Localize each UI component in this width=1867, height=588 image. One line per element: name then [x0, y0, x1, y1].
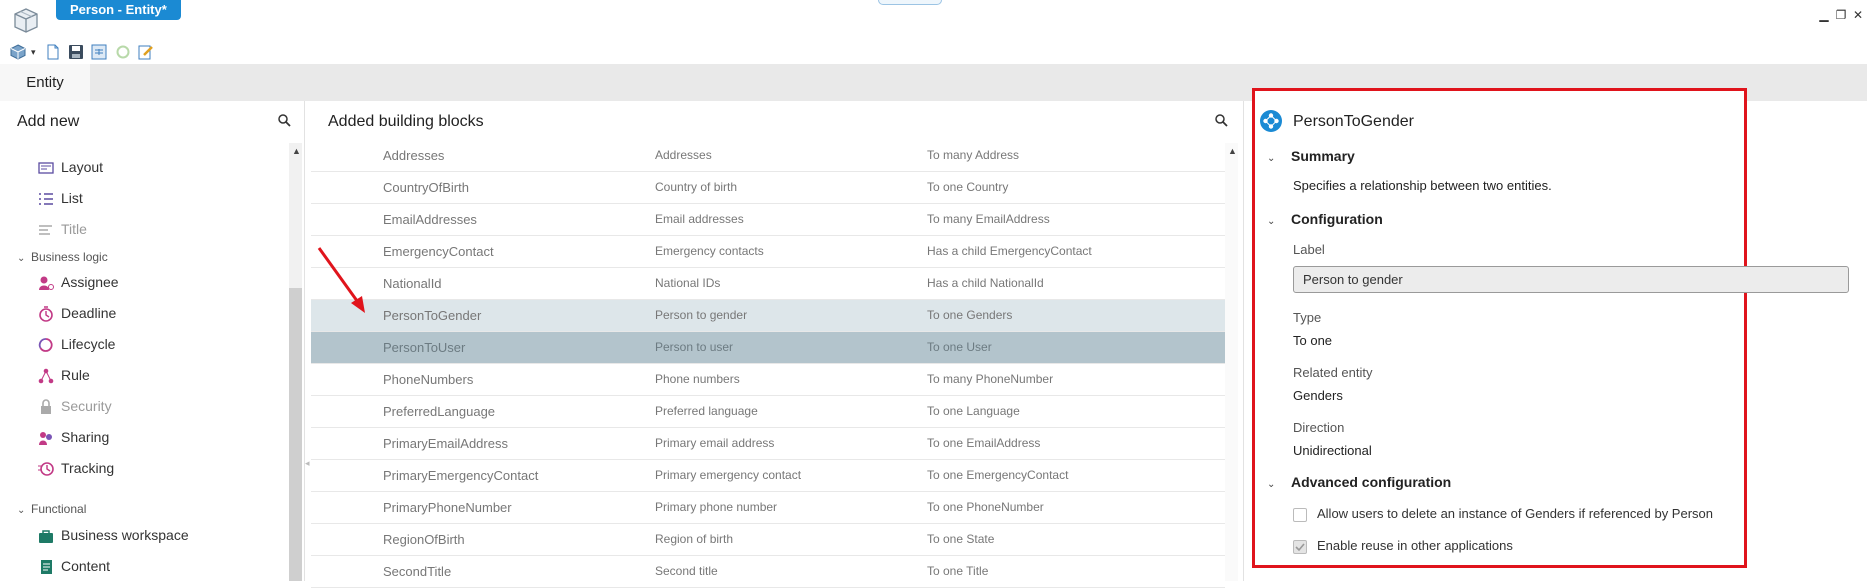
building-blocks-title: Added building blocks: [328, 113, 484, 130]
search-icon[interactable]: [1215, 114, 1228, 132]
window-titlebar: [0, 0, 1867, 37]
table-row[interactable]: PreferredLanguage Preferred language To on…: [311, 396, 1225, 428]
table-row[interactable]: RegionOfBirth Region of birth To one State: [311, 524, 1225, 556]
sharing-icon: [38, 429, 54, 445]
list-icon: [38, 190, 54, 206]
related-entity-caption: Related entity: [1293, 365, 1373, 380]
properties-title: PersonToGender: [1293, 113, 1414, 130]
summary-section-header[interactable]: ⌄ Summary: [1267, 146, 1355, 166]
close-icon[interactable]: ✕: [1850, 8, 1866, 22]
edit-icon[interactable]: [138, 44, 154, 60]
chevron-down-icon: ⌄: [1267, 216, 1276, 227]
refresh-icon: [115, 44, 131, 60]
add-item-content[interactable]: Content: [38, 554, 268, 578]
scroll-up-icon[interactable]: ▲: [1228, 146, 1237, 156]
type-caption: Type: [1293, 310, 1322, 325]
3d-view-icon[interactable]: [10, 44, 26, 60]
add-item-security: Security: [38, 394, 268, 418]
chevron-down-icon: ⌄: [1267, 153, 1276, 164]
briefcase-icon: [38, 527, 54, 543]
add-item-layout[interactable]: Layout: [38, 155, 268, 179]
related-entity-value: Genders: [1293, 388, 1343, 403]
allow-delete-label: Allow users to delete an instance of Gen…: [1317, 506, 1713, 521]
checkmark-icon: [1295, 543, 1305, 552]
scroll-up-icon[interactable]: ▲: [292, 146, 301, 156]
table-row[interactable]: Addresses Addresses To many Address: [311, 140, 1225, 172]
add-item-list[interactable]: List: [38, 186, 268, 210]
group-functional[interactable]: ⌄ Functional: [17, 499, 86, 519]
document-title-tab[interactable]: Person - Entity*: [56, 0, 181, 20]
assignee-icon: [38, 274, 54, 290]
restore-icon[interactable]: ❐: [1833, 8, 1849, 22]
dropdown-icon[interactable]: ▾: [31, 44, 41, 60]
cube-app-icon[interactable]: [12, 6, 40, 34]
add-item-tracking[interactable]: Tracking: [38, 456, 268, 480]
direction-value: Unidirectional: [1293, 443, 1372, 458]
label-input[interactable]: Person to gender: [1293, 266, 1849, 293]
top-handle[interactable]: [878, 0, 942, 5]
group-business-logic[interactable]: ⌄ Business logic: [17, 247, 108, 267]
add-item-deadline[interactable]: Deadline: [38, 301, 268, 325]
relationship-icon: [1260, 110, 1282, 132]
table-row[interactable]: PrimaryPhoneNumber Primary phone number To…: [311, 492, 1225, 524]
add-item-rule[interactable]: Rule: [38, 363, 268, 387]
divider: [1243, 101, 1244, 581]
lifecycle-icon: [38, 336, 54, 352]
table-row[interactable]: NationalId National IDs Has a child Nation…: [311, 268, 1225, 300]
toolbar: [0, 36, 1867, 64]
type-value: To one: [1293, 333, 1333, 348]
chevron-down-icon: ⌄: [17, 253, 26, 264]
table-row[interactable]: EmailAddresses Email addresses To many Ema…: [311, 204, 1225, 236]
table-row-highlighted[interactable]: PersonToGender Person to gender To one Gen…: [311, 300, 1225, 332]
chevron-down-icon: ⌄: [17, 505, 26, 516]
table-row[interactable]: PrimaryEmergencyContact Primary emergency…: [311, 460, 1225, 492]
allow-delete-checkbox[interactable]: [1293, 508, 1307, 522]
red-arrow-icon: [317, 247, 365, 313]
export-icon[interactable]: [91, 44, 107, 60]
minimize-icon[interactable]: ▁: [1816, 8, 1832, 22]
table-row[interactable]: SecondTitle Second title To one Title: [311, 556, 1225, 588]
deadline-icon: [38, 305, 54, 322]
add-item-title: Title: [38, 217, 268, 241]
advanced-section-header[interactable]: ⌄ Advanced configuration: [1267, 472, 1451, 492]
label-caption: Label: [1293, 242, 1325, 257]
table-row[interactable]: PrimaryEmailAddress Primary email address…: [311, 428, 1225, 460]
table-row-selected[interactable]: PersonToUser Person to user To one User: [311, 332, 1225, 364]
table-row[interactable]: PhoneNumbers Phone numbers To many PhoneNu…: [311, 364, 1225, 396]
save-icon[interactable]: [68, 44, 84, 60]
add-item-lifecycle[interactable]: Lifecycle: [38, 332, 268, 356]
enable-reuse-label: Enable reuse in other applications: [1317, 538, 1513, 553]
table-row[interactable]: EmergencyContact Emergency contacts Has a …: [311, 236, 1225, 268]
direction-caption: Direction: [1293, 420, 1345, 435]
add-item-assignee[interactable]: Assignee: [38, 270, 268, 294]
content-icon: [38, 558, 54, 574]
summary-text: Specifies a relationship between two ent…: [1293, 178, 1552, 193]
search-icon[interactable]: [278, 114, 291, 132]
left-scrollbar-thumb[interactable]: [289, 288, 302, 581]
chevron-down-icon: ⌄: [1267, 479, 1276, 490]
splitter-handle[interactable]: ◂: [305, 458, 310, 469]
rule-icon: [38, 367, 54, 384]
add-item-business-workspace[interactable]: Business workspace: [38, 523, 268, 547]
tracking-icon: [38, 460, 54, 476]
table-row[interactable]: CountryOfBirth Country of birth To one Cou…: [311, 172, 1225, 204]
lock-icon: [38, 398, 54, 414]
title-icon: [38, 221, 54, 237]
new-document-icon[interactable]: [45, 44, 61, 60]
add-new-title: Add new: [17, 113, 80, 130]
tab-entity[interactable]: Entity: [0, 64, 90, 101]
layout-icon: [38, 159, 54, 175]
enable-reuse-checkbox[interactable]: [1293, 540, 1307, 554]
add-item-sharing[interactable]: Sharing: [38, 425, 268, 449]
middle-scrollbar[interactable]: [1225, 143, 1238, 581]
configuration-section-header[interactable]: ⌄ Configuration: [1267, 209, 1383, 229]
